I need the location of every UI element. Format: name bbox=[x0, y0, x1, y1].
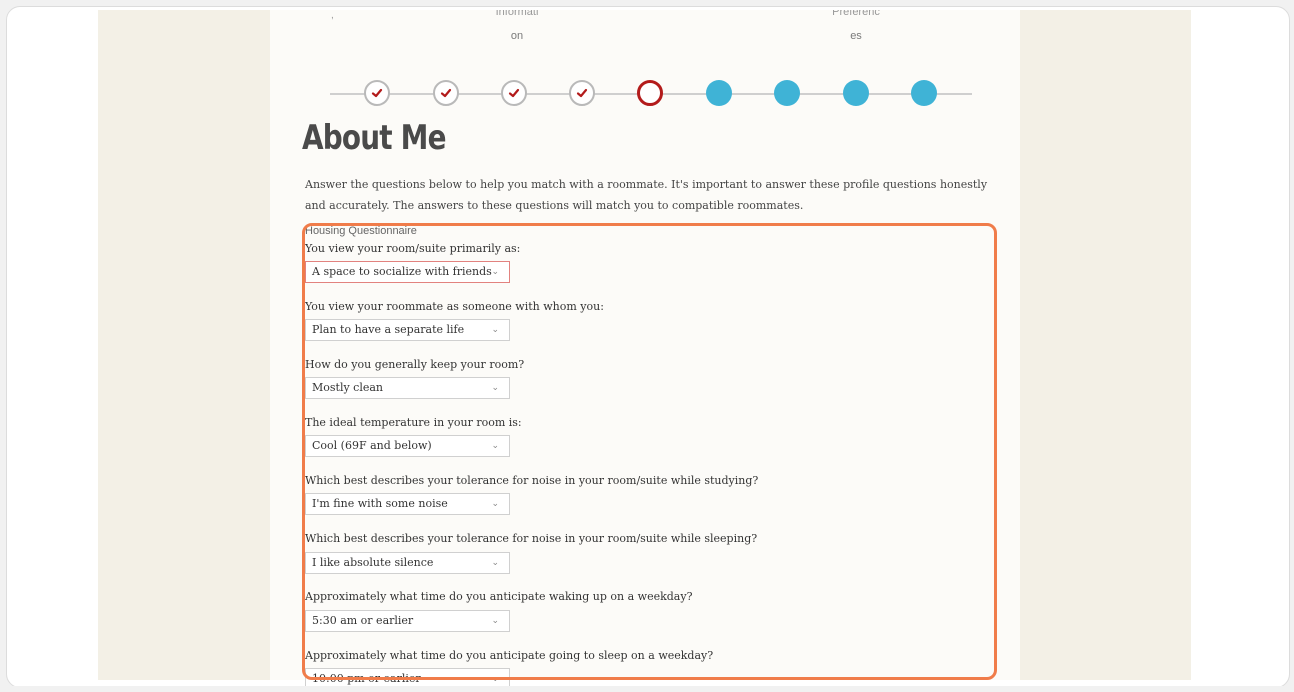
check-icon bbox=[508, 88, 520, 98]
step-6-upcoming[interactable] bbox=[706, 80, 732, 106]
step-label-line2: es bbox=[850, 30, 862, 42]
step-label-line2: on bbox=[510, 30, 524, 42]
step-label-fragment: , bbox=[331, 10, 334, 21]
step-3-complete[interactable] bbox=[501, 80, 527, 106]
step-label-preferences: Preferenc es bbox=[826, 10, 886, 42]
step-label-information: Informati on bbox=[487, 10, 547, 42]
step-7-upcoming[interactable] bbox=[774, 80, 800, 106]
intro-text: Answer the questions below to help you m… bbox=[305, 178, 988, 212]
check-icon bbox=[371, 88, 383, 98]
step-label-line1: Informati bbox=[495, 10, 539, 18]
check-icon bbox=[440, 88, 452, 98]
step-4-complete[interactable] bbox=[569, 80, 595, 106]
page-title: About Me bbox=[302, 118, 446, 158]
step-label-line1: Preferenc bbox=[832, 10, 880, 18]
step-8-upcoming[interactable] bbox=[843, 80, 869, 106]
check-icon bbox=[576, 88, 588, 98]
screenshot-bottom-edge bbox=[0, 686, 1294, 692]
step-9-upcoming[interactable] bbox=[911, 80, 937, 106]
highlight-box bbox=[302, 223, 997, 680]
step-5-current[interactable] bbox=[637, 80, 663, 106]
step-2-complete[interactable] bbox=[433, 80, 459, 106]
step-1-complete[interactable] bbox=[364, 80, 390, 106]
